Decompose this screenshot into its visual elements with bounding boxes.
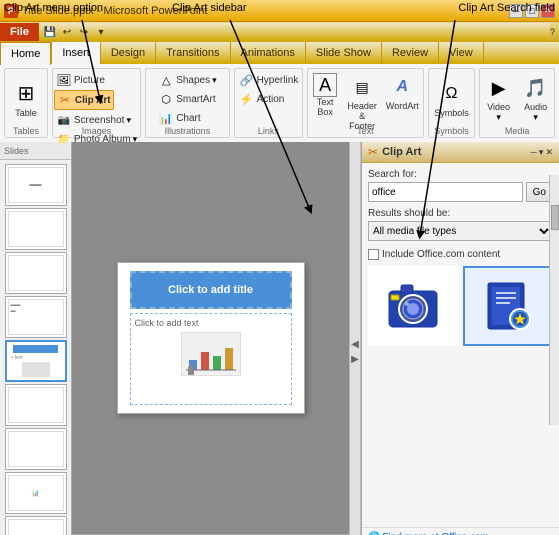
slide-editing-area: Click to add title Click to add text [72, 142, 349, 535]
ribbon-group-illustrations: △ Shapes ▾ ⬡ SmartArt 📊 Chart Illustrati… [145, 68, 230, 138]
wordart-button[interactable]: A WordArt [384, 71, 420, 113]
panel-footer: 🌐 Find more at Office.com 💡 Hints for fi… [362, 527, 559, 535]
shapes-button[interactable]: △ Shapes ▾ [156, 71, 218, 89]
slides-panel: 1 ▬▬ 2 3 4 ▬▬▬ 5 [0, 160, 72, 535]
header-footer-button[interactable]: ▤ Header& Footer [343, 71, 381, 133]
search-input[interactable] [368, 182, 523, 202]
panel-minimize-btn[interactable]: ─ [531, 147, 537, 158]
file-tab[interactable]: File [0, 23, 39, 41]
title-bar: P Title Slide.pptx - Microsoft PowerPoin… [0, 0, 559, 22]
slide-clipart-image [181, 332, 241, 376]
ribbon-group-media: ▶ Video ▾ 🎵 Audio ▾ Media [479, 68, 555, 138]
results-label: Results should be: [368, 208, 553, 219]
text-group-label: Text [308, 126, 423, 136]
picture-button[interactable]: 🖼 Picture [54, 71, 107, 89]
links-group-label: Links [235, 126, 302, 136]
slide-canvas: Click to add title Click to add text [117, 262, 305, 414]
tab-review[interactable]: Review [382, 42, 439, 64]
panel-body: Search for: Go Results should be: All me… [362, 163, 559, 527]
media-group-label: Media [480, 126, 554, 136]
collapse-arrow-bottom: ▶ [351, 354, 359, 365]
textbox-button[interactable]: A TextBox [310, 71, 340, 119]
qa-dropdown[interactable]: ▾ [94, 25, 108, 39]
slide-thumb-8[interactable]: 8 📊 [5, 472, 67, 514]
ribbon-group-links: 🔗 Hyperlink ⚡ Action Links [234, 68, 303, 138]
tab-design[interactable]: Design [101, 42, 156, 64]
tab-view[interactable]: View [439, 42, 484, 64]
clip-art-panel: ✂ Clip Art ─ ▾ ✕ Search for: Go Results … [361, 142, 559, 535]
panel-settings-btn[interactable]: ▾ [539, 147, 544, 158]
clip-art-item-1[interactable] [368, 266, 459, 346]
slide-thumb-9[interactable]: 9 [5, 516, 67, 535]
search-input-row: Go [368, 182, 553, 202]
clip-art-item-2[interactable] [463, 266, 554, 346]
slide-title-text: Click to add title [168, 284, 253, 296]
close-button[interactable]: ✕ [541, 4, 555, 18]
collapse-arrow-top: ◀ [351, 339, 359, 350]
ribbon-tabs: Home Insert Design Transitions Animation… [0, 42, 559, 64]
slide-thumb-4[interactable]: 4 ▬▬▬ [5, 296, 67, 338]
images-group-label: Images [53, 126, 140, 136]
main-area: Slides 1 ▬▬ 2 3 4 ▬▬▬ [0, 142, 559, 535]
clip-art-grid [368, 266, 553, 346]
maximize-button[interactable]: □ [525, 4, 539, 18]
ribbon-group-tables: ⊞ Table Tables [4, 68, 48, 138]
clip-art-cert-icon [474, 273, 542, 339]
action-button[interactable]: ⚡ Action [237, 90, 287, 108]
slide-content-text: Click to add text [135, 318, 287, 328]
ribbon-content: ⊞ Table Tables 🖼 Picture ✂ Clip Art 📷 [0, 64, 559, 142]
panel-divider[interactable]: ◀ ▶ [349, 142, 361, 535]
tab-slideshow[interactable]: Slide Show [306, 42, 382, 64]
slide-thumb-1[interactable]: 1 ▬▬ [5, 164, 67, 206]
slide-thumb-2[interactable]: 2 [5, 208, 67, 250]
help-btn[interactable]: ? [550, 27, 555, 37]
symbols-button[interactable]: Ω Symbols [431, 78, 472, 120]
smartart-button[interactable]: ⬡ SmartArt [156, 90, 217, 108]
results-select[interactable]: All media file types [368, 221, 553, 241]
ribbon-group-symbols: Ω Symbols Symbols [428, 68, 476, 138]
chart-button[interactable]: 📊 Chart [156, 109, 202, 127]
search-label: Search for: [368, 169, 553, 180]
panel-title-bar: ✂ Clip Art ─ ▾ ✕ [362, 142, 559, 163]
clip-art-camera-icon [379, 273, 447, 339]
title-bar-text: Title Slide.pptx - Microsoft PowerPoint [22, 5, 207, 17]
symbols-group-label: Symbols [429, 126, 475, 136]
save-quick-btn[interactable]: 💾 [43, 25, 57, 39]
quick-access-toolbar: 💾 ↩ ↪ ▾ [39, 23, 550, 41]
office-com-checkbox[interactable] [368, 249, 379, 260]
redo-quick-btn[interactable]: ↪ [77, 25, 91, 39]
tab-animations[interactable]: Animations [231, 42, 306, 64]
panel-scroll-thumb [551, 205, 559, 230]
checkbox-row: Include Office.com content [368, 249, 553, 260]
audio-button[interactable]: 🎵 Audio ▾ [519, 72, 553, 125]
title-bar-controls: ─ □ ✕ [509, 4, 555, 18]
minimize-button[interactable]: ─ [509, 4, 523, 18]
panel-scrollbar[interactable] [549, 175, 559, 425]
hyperlink-button[interactable]: 🔗 Hyperlink [237, 71, 301, 89]
panel-controls: ─ ▾ ✕ [531, 147, 553, 158]
app-icon: P [4, 4, 18, 18]
panel-close-btn[interactable]: ✕ [545, 147, 553, 158]
ribbon-group-text: A TextBox ▤ Header& Footer A WordArt Tex… [307, 68, 424, 138]
ribbon-group-images: 🖼 Picture ✂ Clip Art 📷 Screenshot ▾ 📁 Ph… [52, 68, 141, 138]
slide-thumb-5[interactable]: 5 • text [5, 340, 67, 382]
slide-content-box[interactable]: Click to add text [130, 313, 292, 405]
tab-home[interactable]: Home [0, 42, 51, 65]
slide-thumb-7[interactable]: 7 [5, 428, 67, 470]
slide-thumb-3[interactable]: 3 [5, 252, 67, 294]
slide-thumb-6[interactable]: 6 [5, 384, 67, 426]
slide-view: Click to add title Click to add text [72, 142, 349, 534]
checkbox-label: Include Office.com content [382, 249, 500, 260]
tab-transitions[interactable]: Transitions [156, 42, 230, 64]
video-button[interactable]: ▶ Video ▾ [482, 72, 516, 125]
slide-title-box[interactable]: Click to add title [130, 271, 292, 309]
tab-insert[interactable]: Insert [51, 42, 101, 64]
clip-art-panel-icon: ✂ [368, 145, 378, 159]
tables-group-label: Tables [5, 126, 47, 136]
undo-quick-btn[interactable]: ↩ [60, 25, 74, 39]
clip-art-panel-title: Clip Art [382, 146, 421, 158]
table-button[interactable]: ⊞ Table [9, 78, 43, 120]
clip-art-button[interactable]: ✂ Clip Art [54, 90, 114, 110]
illustrations-group-label: Illustrations [146, 126, 229, 136]
